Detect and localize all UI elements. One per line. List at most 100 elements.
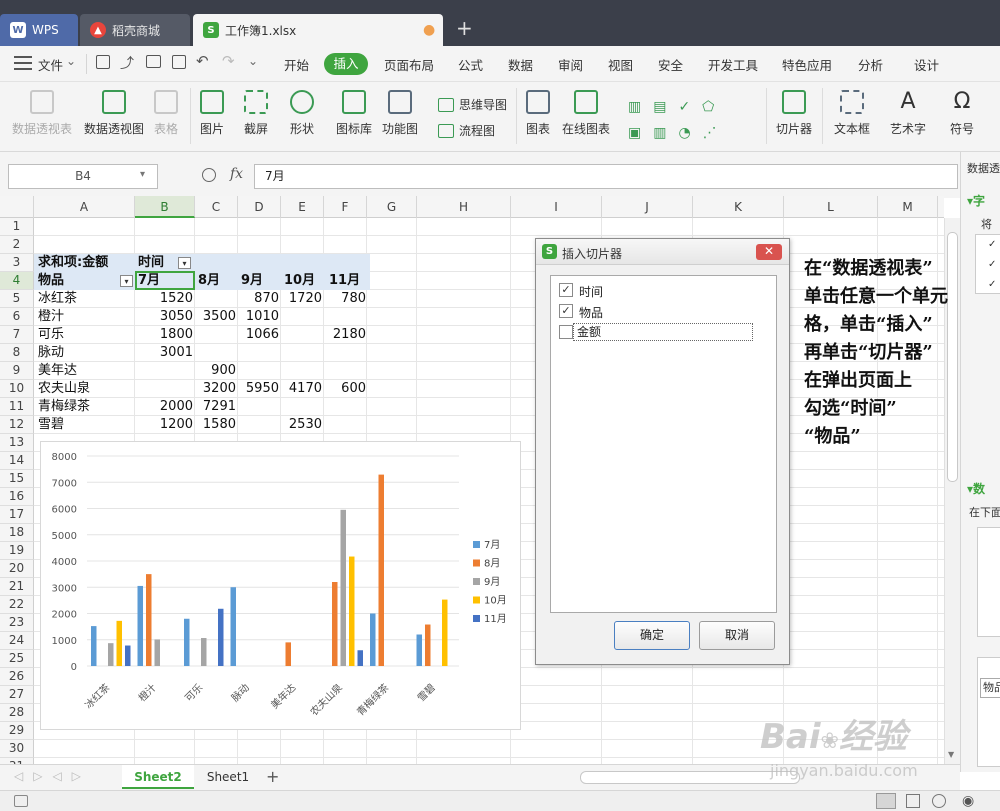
column-header-h[interactable]: H <box>417 196 511 218</box>
row-header-4[interactable]: 4 <box>0 272 34 290</box>
row-header-18[interactable]: 18 <box>0 524 34 542</box>
share-icon[interactable]: ⤴ <box>120 53 134 73</box>
column-header-c[interactable]: C <box>195 196 238 218</box>
row-header-22[interactable]: 22 <box>0 596 34 614</box>
row-header-25[interactable]: 25 <box>0 650 34 668</box>
table-button[interactable]: 表格 <box>154 90 178 137</box>
new-tab-button[interactable]: + <box>456 16 473 40</box>
select-all-corner[interactable] <box>0 196 34 218</box>
filter-dropdown-icon[interactable]: ▾ <box>178 257 191 269</box>
row-header-23[interactable]: 23 <box>0 614 34 632</box>
panel-field-item[interactable]: 物品 <box>980 678 1000 698</box>
pivot-chart-button[interactable]: 数据透视图 <box>84 90 144 137</box>
print-preview-icon[interactable] <box>172 55 186 69</box>
icon-library-button[interactable]: 图标库 <box>336 90 372 137</box>
name-box[interactable]: B4 <box>8 164 158 189</box>
row-header-11[interactable]: 11 <box>0 398 34 416</box>
column-header-j[interactable]: J <box>602 196 693 218</box>
menu-special[interactable]: 特色应用 <box>782 55 832 74</box>
column-header-g[interactable]: G <box>367 196 417 218</box>
panel-section-fields[interactable]: ▾字 <box>967 192 985 209</box>
column-header-a[interactable]: A <box>34 196 135 218</box>
column-header-k[interactable]: K <box>693 196 784 218</box>
menu-data[interactable]: 数据 <box>508 55 533 74</box>
hamburger-menu-icon[interactable] <box>14 56 32 70</box>
menu-view[interactable]: 视图 <box>608 55 633 74</box>
menu-page-layout[interactable]: 页面布局 <box>384 55 434 74</box>
wordart-button[interactable]: A 艺术字 <box>890 90 926 137</box>
textbox-button[interactable]: 文本框 <box>834 90 870 137</box>
sheet-nav-arrows[interactable]: ◁▷◁▷ <box>14 769 91 783</box>
tab-docer-store[interactable]: ▲ 稻壳商城 <box>80 14 190 46</box>
zoom-search-icon[interactable] <box>202 168 216 182</box>
field-option-item[interactable]: ✓ 物品 <box>551 301 776 321</box>
field-option-time[interactable]: ✓ 时间 <box>551 280 776 300</box>
fx-button[interactable]: fx <box>230 166 243 182</box>
row-header-6[interactable]: 6 <box>0 308 34 326</box>
menu-start[interactable]: 开始 <box>284 55 309 74</box>
menu-design[interactable]: 设计 <box>914 55 939 74</box>
picture-button[interactable]: 图片 <box>200 90 224 137</box>
tab-wps[interactable]: W WPS <box>0 14 78 46</box>
symbol-button[interactable]: Ω 符号 <box>950 90 974 137</box>
row-header-20[interactable]: 20 <box>0 560 34 578</box>
menu-formula[interactable]: 公式 <box>458 55 483 74</box>
row-header-13[interactable]: 13 <box>0 434 34 452</box>
page-layout-view-icon[interactable] <box>906 794 920 808</box>
row-header-12[interactable]: 12 <box>0 416 34 434</box>
function-chart-button[interactable]: 功能图 <box>382 90 418 137</box>
cancel-button[interactable]: 取消 <box>699 621 775 650</box>
chart-type-gallery[interactable]: ▥▤✓⬠ ▣▥◔⋰ <box>628 94 758 144</box>
row-header-27[interactable]: 27 <box>0 686 34 704</box>
namebox-dropdown-icon[interactable]: ▾ <box>140 169 145 180</box>
filter-dropdown-icon[interactable]: ▾ <box>120 275 133 287</box>
panel-filter-area[interactable] <box>977 527 1000 637</box>
row-header-24[interactable]: 24 <box>0 632 34 650</box>
row-header-26[interactable]: 26 <box>0 668 34 686</box>
ok-button[interactable]: 确定 <box>614 621 690 650</box>
undo-icon[interactable]: ↶ <box>196 52 209 70</box>
column-header-e[interactable]: E <box>281 196 324 218</box>
row-header-21[interactable]: 21 <box>0 578 34 596</box>
formula-input[interactable]: 7月 <box>254 164 958 189</box>
column-header-i[interactable]: I <box>511 196 602 218</box>
row-header-7[interactable]: 7 <box>0 326 34 344</box>
menu-insert[interactable]: 插入 <box>324 53 368 75</box>
column-header-d[interactable]: D <box>238 196 281 218</box>
mindmap-button[interactable]: 思维导图 <box>438 96 507 113</box>
menu-developer[interactable]: 开发工具 <box>708 55 758 74</box>
row-header-9[interactable]: 9 <box>0 362 34 380</box>
checkbox-amount[interactable] <box>559 325 573 339</box>
row-header-2[interactable]: 2 <box>0 236 34 254</box>
row-header-3[interactable]: 3 <box>0 254 34 272</box>
normal-view-icon[interactable] <box>876 793 896 809</box>
row-header-10[interactable]: 10 <box>0 380 34 398</box>
redo-icon[interactable]: ↷ <box>222 52 235 70</box>
row-header-30[interactable]: 30 <box>0 740 34 758</box>
add-sheet-button[interactable]: + <box>266 767 279 786</box>
row-header-29[interactable]: 29 <box>0 722 34 740</box>
row-header-5[interactable]: 5 <box>0 290 34 308</box>
field-option-amount[interactable]: 金额 <box>551 322 776 342</box>
row-header-15[interactable]: 15 <box>0 470 34 488</box>
close-button[interactable]: ✕ <box>756 244 782 260</box>
online-chart-button[interactable]: 在线图表 <box>562 90 610 137</box>
row-header-28[interactable]: 28 <box>0 704 34 722</box>
chevron-down-icon[interactable]: ⌄ <box>66 54 76 68</box>
chart-button[interactable]: 图表 <box>526 90 550 137</box>
screenshot-button[interactable]: 截屏 <box>244 90 268 137</box>
column-header-f[interactable]: F <box>324 196 367 218</box>
menu-file[interactable]: 文件 <box>38 55 63 74</box>
checkbox-time[interactable]: ✓ <box>559 283 573 297</box>
column-header-b[interactable]: B <box>135 196 195 218</box>
row-header-14[interactable]: 14 <box>0 452 34 470</box>
flowchart-button[interactable]: 流程图 <box>438 122 495 139</box>
checkbox-item[interactable]: ✓ <box>559 304 573 318</box>
row-header-8[interactable]: 8 <box>0 344 34 362</box>
pivot-table-button[interactable]: 数据透视表 <box>12 90 72 137</box>
row-header-19[interactable]: 19 <box>0 542 34 560</box>
macro-icon[interactable] <box>14 795 28 807</box>
menu-review[interactable]: 审阅 <box>558 55 583 74</box>
menu-analyze[interactable]: 分析 <box>858 55 883 74</box>
row-header-17[interactable]: 17 <box>0 506 34 524</box>
